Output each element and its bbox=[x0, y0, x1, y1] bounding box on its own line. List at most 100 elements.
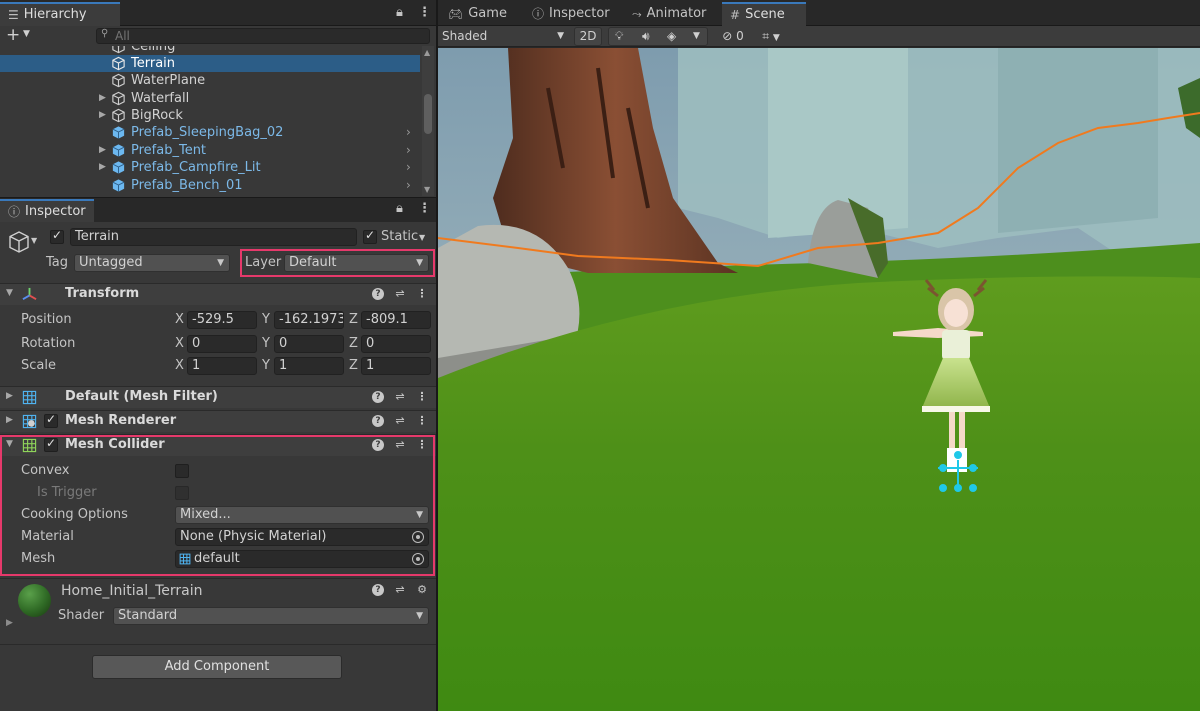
list-item[interactable]: Terrain bbox=[0, 55, 420, 72]
mesh-field[interactable]: default bbox=[175, 550, 429, 568]
tab-animator[interactable]: ⤳ Animator bbox=[624, 2, 714, 26]
effects-icon[interactable]: ◈ bbox=[667, 28, 676, 45]
fold-arrow-icon[interactable]: ▶ bbox=[6, 415, 13, 425]
cube-icon bbox=[112, 73, 125, 88]
object-name-field[interactable]: Terrain bbox=[70, 228, 357, 246]
list-item[interactable]: Prefab_Bench_01 › bbox=[0, 177, 420, 194]
position-y-field[interactable]: -162.1973 bbox=[274, 311, 344, 329]
tab-scene[interactable]: # Scene bbox=[722, 2, 806, 26]
rotation-z-field[interactable]: 0 bbox=[361, 335, 431, 353]
chevron-down-icon[interactable]: ▼ bbox=[23, 29, 30, 39]
preset-sliders-icon[interactable]: ⇌ bbox=[394, 390, 406, 404]
help-icon[interactable]: ? bbox=[372, 288, 384, 300]
layer-dropdown[interactable]: Default ▼ bbox=[284, 254, 429, 272]
tab-game[interactable]: 🎮︎ Game bbox=[440, 2, 515, 26]
lock-icon[interactable]: 🔒︎ bbox=[396, 201, 403, 216]
scale-x-field[interactable]: 1 bbox=[187, 357, 257, 375]
shader-dropdown[interactable]: Standard ▼ bbox=[113, 607, 429, 625]
help-icon[interactable]: ? bbox=[372, 391, 384, 403]
lightbulb-icon[interactable]: 💡︎ bbox=[615, 28, 623, 45]
mesh-collider-header[interactable]: ▼ Mesh Collider ? ⇌ ⋮ bbox=[0, 434, 436, 456]
gear-icon[interactable]: ⚙ bbox=[416, 583, 428, 597]
scroll-up-icon[interactable]: ▲ bbox=[424, 48, 430, 57]
lock-icon[interactable]: 🔒︎ bbox=[396, 5, 403, 20]
help-icon[interactable]: ? bbox=[372, 584, 384, 596]
preset-sliders-icon[interactable]: ⇌ bbox=[394, 583, 406, 597]
preset-sliders-icon[interactable]: ⇌ bbox=[394, 287, 406, 301]
list-item[interactable]: ▶ BigRock bbox=[0, 107, 420, 124]
scale-z-field[interactable]: 1 bbox=[361, 357, 431, 375]
scale-y-field[interactable]: 1 bbox=[274, 357, 344, 375]
more-menu-icon[interactable]: ⋮ bbox=[416, 438, 428, 452]
more-menu-icon[interactable]: ⋮ bbox=[418, 5, 431, 20]
fold-arrow-icon[interactable]: ▶ bbox=[99, 90, 106, 107]
list-item-label: BigRock bbox=[131, 108, 183, 123]
list-item[interactable]: Ceiling bbox=[0, 46, 420, 55]
rotation-y-field[interactable]: 0 bbox=[274, 335, 344, 353]
fold-arrow-icon[interactable]: ▶ bbox=[99, 142, 106, 159]
add-component-button[interactable]: Add Component bbox=[92, 655, 342, 679]
position-x-field[interactable]: -529.5 bbox=[187, 311, 257, 329]
mesh-renderer-header-icons: ? ⇌ ⋮ bbox=[372, 414, 428, 428]
audio-icon[interactable]: 🔊︎ bbox=[642, 28, 650, 45]
list-item[interactable]: WaterPlane bbox=[0, 72, 420, 89]
preset-sliders-icon[interactable]: ⇌ bbox=[394, 414, 406, 428]
transform-header[interactable]: ▼ Transform ? ⇌ ⋮ bbox=[0, 283, 436, 305]
chevron-right-icon[interactable]: › bbox=[406, 124, 411, 141]
rotation-x-field[interactable]: 0 bbox=[187, 335, 257, 353]
more-menu-icon[interactable]: ⋮ bbox=[416, 287, 428, 301]
fold-arrow-icon[interactable]: ▶ bbox=[99, 159, 106, 176]
active-checkbox[interactable] bbox=[50, 228, 64, 244]
list-item[interactable]: ▶ Prefab_Campfire_Lit › bbox=[0, 159, 420, 176]
list-item-label: Prefab_SleepingBag_02 bbox=[131, 125, 284, 140]
hierarchy-search-input[interactable] bbox=[115, 29, 415, 43]
tab-hierarchy[interactable]: ☰ Hierarchy bbox=[0, 2, 120, 26]
mesh-renderer-enabled-checkbox[interactable] bbox=[44, 412, 58, 428]
chevron-down-icon[interactable]: ▼ bbox=[693, 28, 700, 45]
tag-dropdown[interactable]: Untagged ▼ bbox=[74, 254, 230, 272]
chevron-right-icon[interactable]: › bbox=[406, 159, 411, 176]
fold-arrow-icon[interactable]: ▶ bbox=[6, 618, 13, 628]
grid-snap-toggle[interactable]: ⌗ ▼ bbox=[754, 27, 788, 46]
preset-sliders-icon[interactable]: ⇌ bbox=[394, 438, 406, 452]
object-picker-icon[interactable] bbox=[412, 553, 424, 565]
scene-viewport[interactable] bbox=[438, 48, 1200, 711]
plus-icon[interactable]: + bbox=[6, 26, 20, 45]
list-item[interactable]: ▶ Prefab_Tent › bbox=[0, 142, 420, 159]
mesh-collider-enabled-checkbox[interactable] bbox=[44, 436, 58, 452]
more-menu-icon[interactable]: ⋮ bbox=[418, 201, 431, 216]
chevron-right-icon[interactable]: › bbox=[406, 177, 411, 194]
mesh-filter-header-icons: ? ⇌ ⋮ bbox=[372, 390, 428, 404]
static-checkbox[interactable] bbox=[363, 228, 377, 244]
chevron-down-icon[interactable]: ▼ bbox=[419, 233, 425, 242]
tab-inspector-panel[interactable]: ⓘ Inspector bbox=[0, 199, 94, 223]
object-picker-icon[interactable] bbox=[412, 531, 424, 543]
fold-arrow-icon[interactable]: ▶ bbox=[99, 107, 106, 124]
tab-inspector[interactable]: ⓘ Inspector bbox=[524, 2, 618, 26]
list-item[interactable]: Prefab_SleepingBag_02 › bbox=[0, 124, 420, 141]
help-icon[interactable]: ? bbox=[372, 415, 384, 427]
chevron-down-icon[interactable]: ▼ bbox=[31, 236, 37, 245]
convex-checkbox[interactable] bbox=[175, 464, 189, 478]
mesh-renderer-header[interactable]: ▶ Mesh Renderer ? ⇌ ⋮ bbox=[0, 410, 436, 432]
position-z-field[interactable]: -809.1 bbox=[361, 311, 431, 329]
more-menu-icon[interactable]: ⋮ bbox=[416, 390, 428, 404]
hierarchy-scrollbar[interactable]: ▲ ▼ bbox=[422, 46, 434, 196]
2d-toggle-button[interactable]: 2D bbox=[574, 27, 602, 46]
chevron-right-icon[interactable]: › bbox=[406, 142, 411, 159]
material-field[interactable]: None (Physic Material) bbox=[175, 528, 429, 546]
character-blouse bbox=[942, 330, 970, 360]
scrollbar-thumb[interactable] bbox=[424, 94, 432, 134]
mesh-filter-header[interactable]: ▶ Default (Mesh Filter) ? ⇌ ⋮ bbox=[0, 386, 436, 408]
cooking-options-dropdown[interactable]: Mixed... ▼ bbox=[175, 506, 429, 524]
help-icon[interactable]: ? bbox=[372, 439, 384, 451]
fold-arrow-icon[interactable]: ▶ bbox=[6, 391, 13, 401]
fold-arrow-icon[interactable]: ▼ bbox=[6, 439, 13, 449]
hidden-objects-toggle[interactable]: ⊘ 0 bbox=[716, 27, 750, 46]
list-item[interactable]: ▶ Waterfall bbox=[0, 90, 420, 107]
fold-arrow-icon[interactable]: ▼ bbox=[6, 288, 13, 298]
shading-mode-dropdown[interactable]: Shaded ▼ bbox=[440, 27, 568, 46]
more-menu-icon[interactable]: ⋮ bbox=[416, 414, 428, 428]
scroll-down-icon[interactable]: ▼ bbox=[424, 185, 430, 194]
tab-scene-label: Scene bbox=[745, 7, 785, 22]
